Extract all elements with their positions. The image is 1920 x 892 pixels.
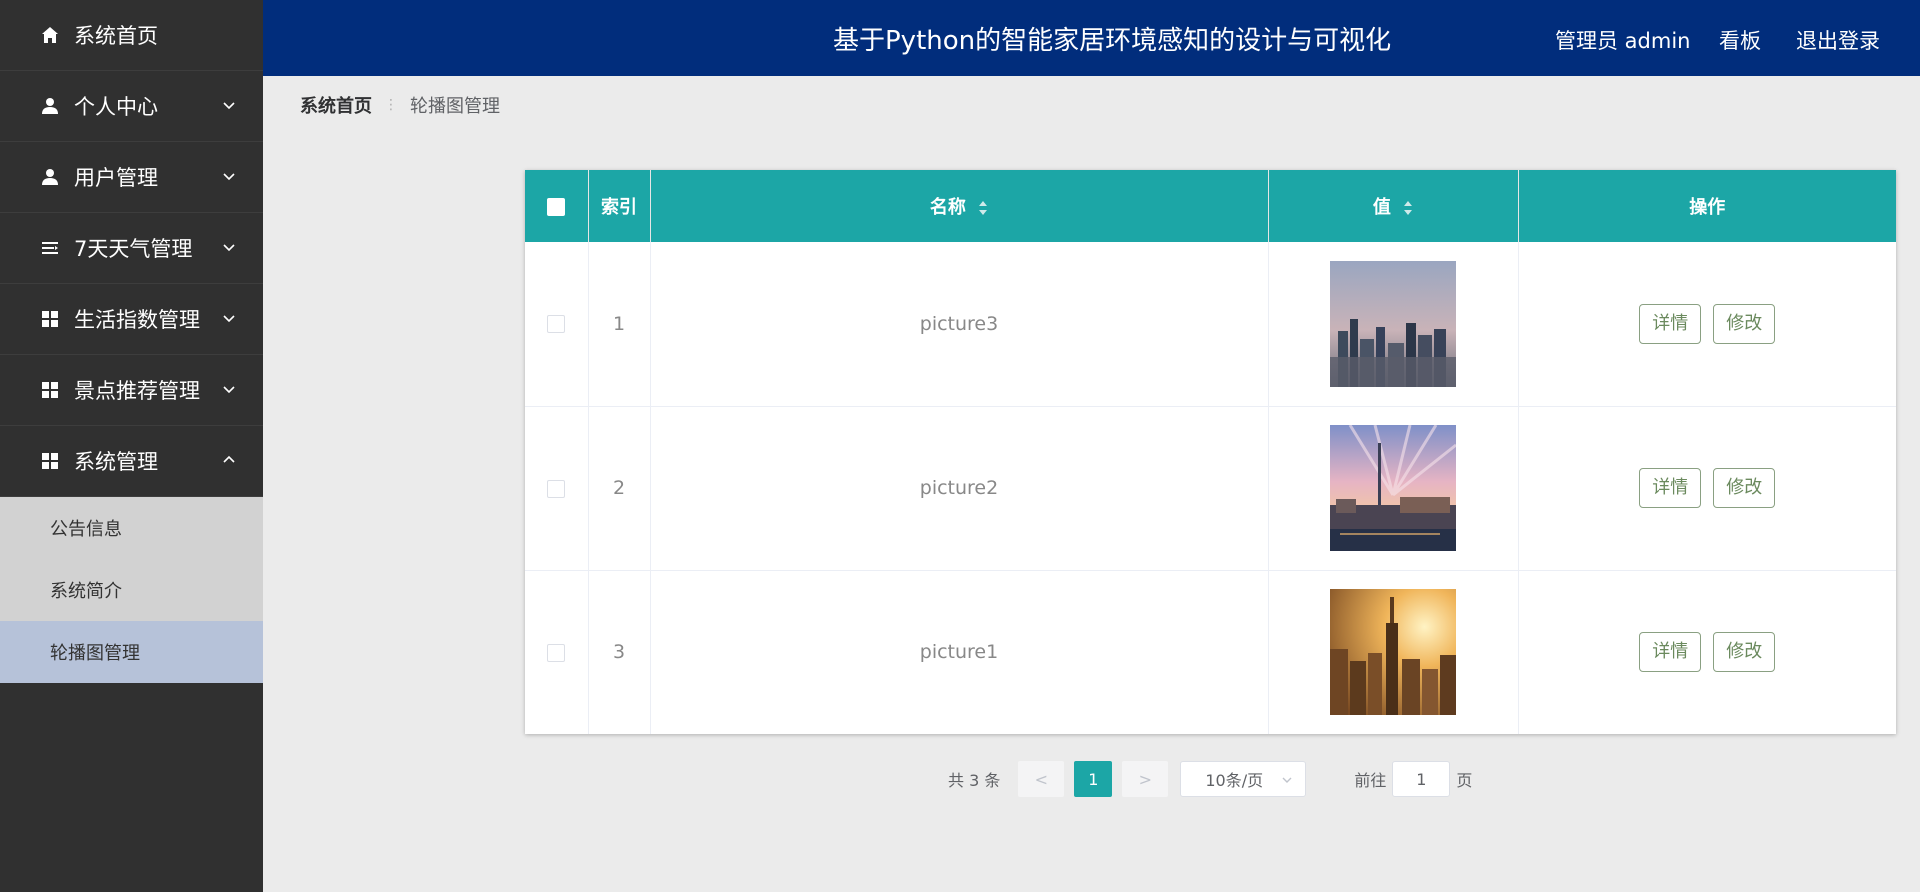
row-actions-cell: 详情 修改 [1518, 242, 1896, 407]
row-name: picture3 [650, 242, 1269, 407]
row-checkbox[interactable] [547, 479, 566, 498]
page-size-value: 10条/页 [1205, 771, 1264, 790]
next-page-button[interactable]: > [1122, 761, 1169, 797]
breadcrumb-home[interactable]: 系统首页 [300, 92, 372, 118]
grid-icon [40, 380, 60, 400]
select-all-cell [525, 170, 589, 242]
row-value-cell [1268, 570, 1519, 734]
chevron-down-icon [223, 315, 235, 323]
breadcrumb-current: 轮播图管理 [410, 96, 500, 117]
home-icon [40, 25, 60, 45]
page-number-button[interactable]: 1 [1074, 761, 1113, 797]
sidebar-item-personal-center[interactable]: 个人中心 [0, 71, 263, 142]
sidebar-item-label: 景点推荐管理 [74, 379, 200, 403]
table-row: 3 picture1 详情 修改 [525, 570, 1896, 734]
table-header-row: 索引 名称 值 操作 [525, 170, 1896, 242]
carousel-image-thumbnail[interactable] [1330, 260, 1456, 387]
row-select-cell [525, 242, 589, 407]
sidebar: 系统首页 个人中心 用户管理 7天天气管理 生活指数管理 景点推荐管理 系统管理… [0, 0, 263, 892]
detail-button[interactable]: 详情 [1639, 468, 1702, 508]
row-index: 3 [588, 570, 651, 734]
sidebar-item-weather-management[interactable]: 7天天气管理 [0, 213, 263, 284]
column-header-label: 名称 [929, 197, 966, 218]
column-header-label: 值 [1372, 197, 1391, 218]
grid-icon [40, 309, 60, 329]
dashboard-link[interactable]: 看板 [1719, 25, 1761, 55]
goto-label: 前往 [1354, 771, 1387, 790]
logout-button[interactable]: 退出登录 [1796, 25, 1880, 55]
sidebar-item-user-management[interactable]: 用户管理 [0, 142, 263, 213]
breadcrumb-separator: ⋮ [384, 97, 398, 113]
edit-button[interactable]: 修改 [1713, 303, 1776, 344]
goto-page-input[interactable] [1392, 761, 1451, 797]
sidebar-item-label: 个人中心 [74, 95, 158, 119]
chevron-down-icon [1282, 777, 1292, 783]
submenu-item-carousel-management[interactable]: 轮播图管理 [0, 621, 263, 683]
row-name: picture2 [650, 406, 1269, 571]
row-value-cell [1268, 242, 1519, 407]
total-count: 共 3 条 [948, 771, 1001, 790]
chevron-down-icon [223, 244, 235, 252]
carousel-table: 索引 名称 值 操作 1 picture3 详情 修改 2 picture2 详… [525, 170, 1896, 734]
chevron-down-icon [223, 386, 235, 394]
sidebar-item-label: 系统管理 [74, 450, 158, 474]
row-actions-cell: 详情 修改 [1518, 570, 1896, 734]
submenu-item-system-intro[interactable]: 系统简介 [0, 559, 263, 621]
sidebar-item-label: 系统首页 [74, 24, 158, 48]
detail-button[interactable]: 详情 [1639, 303, 1702, 344]
row-index: 2 [588, 406, 651, 571]
column-header-name[interactable]: 名称 [650, 170, 1269, 242]
sidebar-item-label: 生活指数管理 [74, 308, 200, 332]
page-size-select[interactable]: 10条/页 [1180, 761, 1307, 797]
carousel-image-thumbnail[interactable] [1330, 425, 1456, 551]
row-index: 1 [588, 242, 651, 407]
edit-button[interactable]: 修改 [1713, 468, 1776, 508]
user-icon [40, 96, 60, 116]
sidebar-item-label: 7天天气管理 [74, 237, 193, 261]
admin-user-label: 管理员 admin [1555, 29, 1691, 53]
row-checkbox[interactable] [547, 315, 566, 334]
edit-button[interactable]: 修改 [1713, 632, 1776, 673]
sidebar-item-life-index-management[interactable]: 生活指数管理 [0, 284, 263, 355]
system-submenu: 公告信息 系统简介 轮播图管理 [0, 497, 263, 683]
sort-icon[interactable] [978, 200, 988, 216]
list-icon [40, 238, 60, 258]
chevron-up-icon [223, 455, 235, 463]
pagination: 共 3 条 < 1 > 10条/页 前往 页 [948, 761, 1472, 797]
row-select-cell [525, 406, 589, 571]
sort-icon[interactable] [1403, 200, 1413, 216]
row-value-cell [1268, 406, 1519, 571]
prev-page-button[interactable]: < [1018, 761, 1065, 797]
chevron-down-icon [223, 173, 235, 181]
row-name: picture1 [650, 570, 1269, 734]
column-header-index: 索引 [588, 170, 651, 242]
table-row: 2 picture2 详情 修改 [525, 406, 1896, 571]
app-title: 基于Python的智能家居环境感知的设计与可视化 [833, 26, 1392, 56]
sidebar-item-attraction-management[interactable]: 景点推荐管理 [0, 355, 263, 426]
column-header-value[interactable]: 值 [1268, 170, 1519, 242]
row-select-cell [525, 570, 589, 734]
column-header-actions: 操作 [1518, 170, 1896, 242]
sidebar-item-home[interactable]: 系统首页 [0, 0, 263, 71]
row-checkbox[interactable] [547, 643, 566, 662]
row-actions-cell: 详情 修改 [1518, 406, 1896, 571]
chevron-down-icon [223, 102, 235, 110]
carousel-image-thumbnail[interactable] [1330, 589, 1456, 716]
select-all-checkbox[interactable] [547, 197, 566, 216]
table-row: 1 picture3 详情 修改 [525, 242, 1896, 407]
detail-button[interactable]: 详情 [1639, 632, 1702, 673]
page-unit-label: 页 [1456, 771, 1473, 790]
top-header: 基于Python的智能家居环境感知的设计与可视化 管理员 admin 看板 退出… [263, 0, 1920, 76]
user-icon [40, 167, 60, 187]
breadcrumb: 系统首页 ⋮ 轮播图管理 [300, 92, 500, 118]
submenu-item-announcements[interactable]: 公告信息 [0, 497, 263, 559]
sidebar-item-label: 用户管理 [74, 166, 158, 190]
sidebar-item-system-management[interactable]: 系统管理 [0, 426, 263, 497]
grid-icon [40, 451, 60, 471]
